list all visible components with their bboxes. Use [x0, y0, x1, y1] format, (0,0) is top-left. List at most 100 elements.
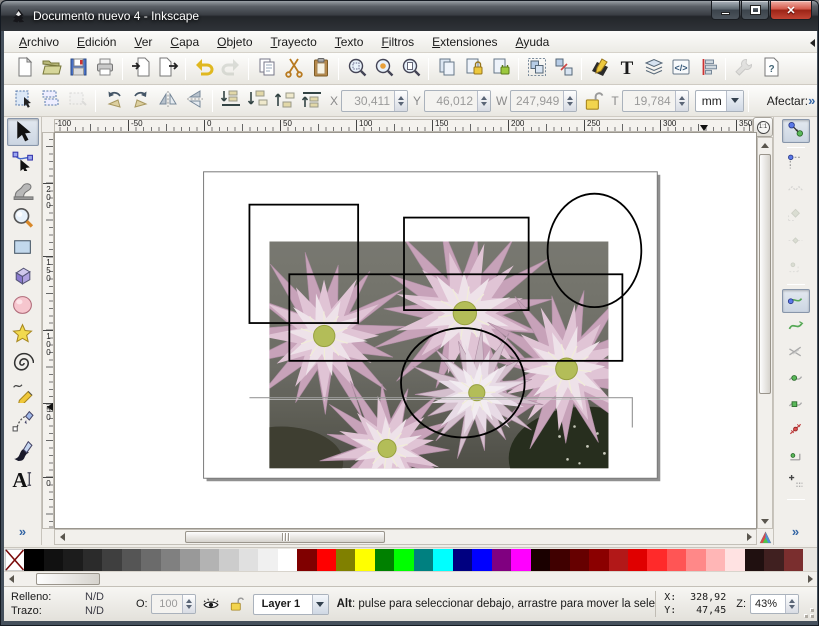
palette-swatch[interactable]	[161, 549, 180, 571]
palette-swatch[interactable]	[102, 549, 121, 571]
scroll-right-arrow[interactable]	[742, 530, 756, 544]
drawing-canvas[interactable]	[54, 132, 757, 529]
snap-enable-button[interactable]	[782, 119, 810, 143]
duplicate-button[interactable]	[433, 56, 460, 82]
menu-texto[interactable]: Texto	[326, 32, 373, 52]
bezier-tool-button[interactable]	[7, 408, 39, 436]
palette-swatch[interactable]	[355, 549, 374, 571]
palette-swatch[interactable]	[784, 549, 803, 571]
palette-swatch[interactable]	[725, 549, 744, 571]
snap-midpoints-button[interactable]	[782, 419, 810, 443]
raise-to-top-button[interactable]	[298, 88, 325, 114]
palette-swatch[interactable]	[180, 549, 199, 571]
menu-trayecto[interactable]: Trayecto	[262, 32, 326, 52]
palette-swatch[interactable]	[628, 549, 647, 571]
palette-swatch[interactable]	[336, 549, 355, 571]
text-dialog-button[interactable]: T	[613, 56, 640, 82]
undo-button[interactable]	[190, 56, 217, 82]
snap-cusp-nodes-button[interactable]	[782, 367, 810, 391]
scroll-left-arrow[interactable]	[55, 530, 69, 544]
lower-to-bottom-button[interactable]	[217, 88, 244, 114]
palette-swatch[interactable]	[453, 549, 472, 571]
layer-lock-button[interactable]	[226, 593, 248, 615]
maximize-button[interactable]	[741, 1, 769, 20]
palette-swatch[interactable]	[764, 549, 783, 571]
open-folder-button[interactable]	[37, 56, 64, 82]
horizontal-scrollbar[interactable]	[54, 529, 757, 545]
lock-ratio-button[interactable]	[582, 89, 606, 113]
vertical-scrollbar[interactable]	[757, 137, 773, 529]
palette-scroll-right-arrow[interactable]	[803, 572, 817, 586]
palette-swatch[interactable]	[394, 549, 413, 571]
fill-stroke-indicator[interactable]: Relleno:N/D Trazo:N/D	[4, 590, 132, 618]
rotate-cw-button[interactable]	[127, 88, 154, 114]
tool-options-overflow-chevron[interactable]: »	[808, 93, 815, 108]
import-document-button[interactable]	[127, 56, 154, 82]
3dbox-tool-button[interactable]	[7, 263, 39, 291]
rectangle-tool-button[interactable]	[7, 234, 39, 262]
group-button[interactable]	[523, 56, 550, 82]
menu-ver[interactable]: Ver	[125, 32, 161, 52]
layer-visibility-button[interactable]	[200, 593, 222, 615]
snap-toolbar-overflow-chevron[interactable]: »	[774, 524, 817, 539]
palette-scroll-thumb[interactable]	[36, 573, 100, 585]
palette-swatch[interactable]	[375, 549, 394, 571]
layers-dialog-button[interactable]	[640, 56, 667, 82]
snap-bbox-button[interactable]	[782, 152, 810, 176]
raise-button[interactable]	[271, 88, 298, 114]
palette-swatch[interactable]	[609, 549, 628, 571]
palette-swatch[interactable]	[122, 549, 141, 571]
palette-swatch[interactable]	[258, 549, 277, 571]
palette-swatch[interactable]	[278, 549, 297, 571]
export-document-button[interactable]	[154, 56, 181, 82]
palette-overflow-arrow[interactable]	[810, 39, 815, 47]
paste-button[interactable]	[307, 56, 334, 82]
palette-swatch[interactable]	[472, 549, 491, 571]
tweak-tool-button[interactable]	[7, 176, 39, 204]
print-document-button[interactable]	[91, 56, 118, 82]
vertical-scroll-thumb[interactable]	[759, 154, 771, 394]
scroll-up-arrow[interactable]	[758, 138, 772, 152]
new-document-button[interactable]	[10, 56, 37, 82]
fill-stroke-button[interactable]	[586, 56, 613, 82]
horizontal-ruler[interactable]: -100-50050100150200250300350	[54, 119, 753, 132]
palette-swatch[interactable]	[647, 549, 666, 571]
create-clone-button[interactable]	[460, 56, 487, 82]
zoom-selection-button[interactable]	[343, 56, 370, 82]
palette-swatch[interactable]	[570, 549, 589, 571]
palette-swatch[interactable]	[667, 549, 686, 571]
palette-swatch[interactable]	[492, 549, 511, 571]
toolbox-overflow-chevron[interactable]: »	[4, 524, 41, 539]
palette-swatch[interactable]	[511, 549, 530, 571]
unit-dropdown-arrow[interactable]	[726, 91, 743, 111]
ungroup-button[interactable]	[550, 56, 577, 82]
snap-object-centers-button[interactable]	[782, 445, 810, 469]
menu-capa[interactable]: Capa	[161, 32, 208, 52]
palette-swatch[interactable]	[200, 549, 219, 571]
align-dialog-button[interactable]	[694, 56, 721, 82]
palette-swatch[interactable]	[63, 549, 82, 571]
current-layer-dropdown[interactable]: Layer 1	[253, 594, 329, 615]
close-button[interactable]: ✕	[770, 1, 812, 20]
palette-swatch[interactable]	[745, 549, 764, 571]
select-all-layers-button[interactable]	[37, 88, 64, 114]
unit-dropdown[interactable]: mm	[695, 90, 744, 112]
snap-paths-button[interactable]	[782, 315, 810, 339]
palette-swatch[interactable]	[706, 549, 725, 571]
snap-nodes-button[interactable]	[782, 289, 810, 313]
palette-scrollbar[interactable]	[4, 571, 817, 587]
node-tool-button[interactable]	[7, 147, 39, 175]
palette-swatch[interactable]	[83, 549, 102, 571]
snap-intersections-button[interactable]	[782, 341, 810, 365]
palette-scroll-left-arrow[interactable]	[4, 572, 18, 586]
star-tool-button[interactable]	[7, 321, 39, 349]
menu-edicion[interactable]: Edición	[68, 32, 125, 52]
xml-editor-button[interactable]: </>	[667, 56, 694, 82]
flip-vertical-button[interactable]	[181, 88, 208, 114]
zoom-page-button[interactable]	[397, 56, 424, 82]
palette-swatch[interactable]	[550, 549, 569, 571]
color-managed-display-toggle[interactable]	[757, 529, 773, 545]
palette-swatch[interactable]	[297, 549, 316, 571]
window-resize-grip[interactable]	[803, 587, 817, 621]
palette-swatch[interactable]	[317, 549, 336, 571]
